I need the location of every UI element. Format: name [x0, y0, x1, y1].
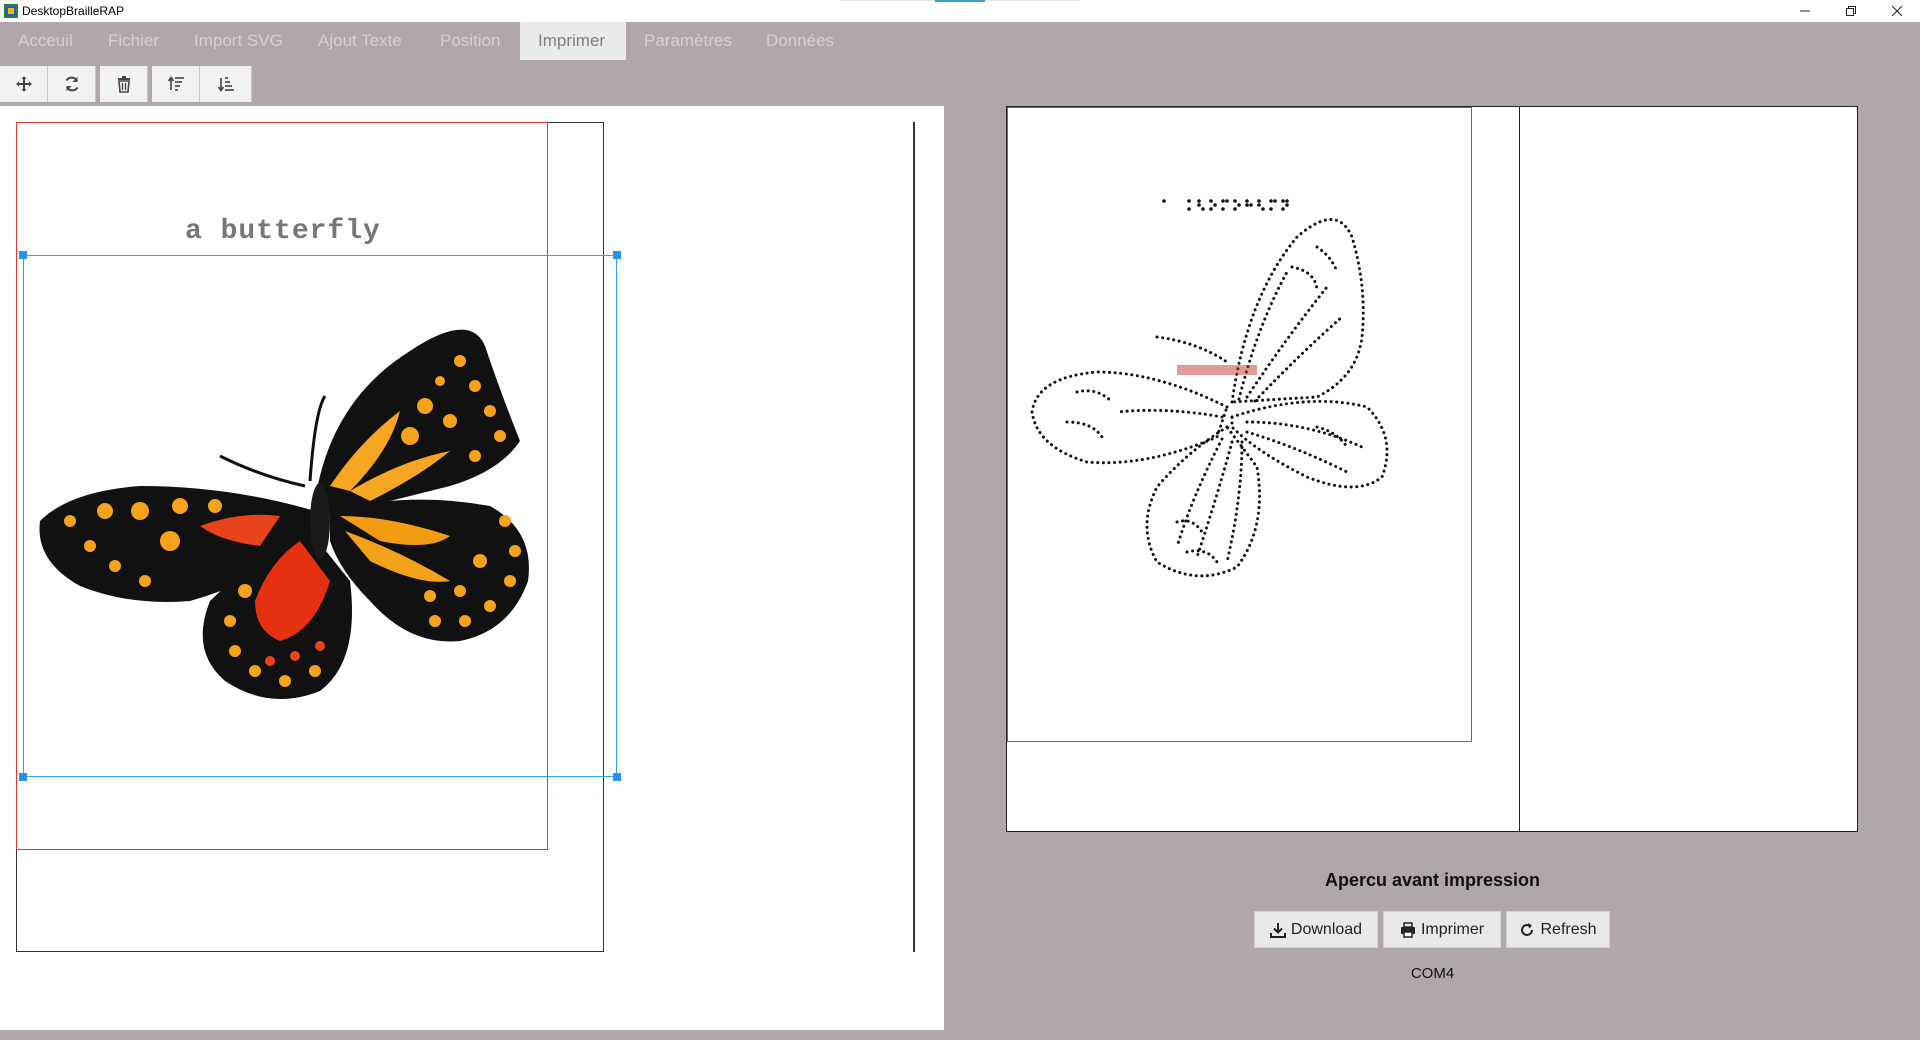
- print-label: Imprimer: [1420, 920, 1485, 938]
- selection-box[interactable]: [23, 255, 617, 777]
- tab-position[interactable]: Position: [422, 22, 518, 60]
- refresh-button[interactable]: Refresh: [1506, 911, 1610, 948]
- refresh-label: Refresh: [1540, 920, 1597, 938]
- close-icon: [1892, 6, 1902, 16]
- resize-handle-bottom-right[interactable]: [613, 773, 621, 781]
- tab-ajout-texte[interactable]: Ajout Texte: [300, 22, 420, 60]
- download-button[interactable]: Download: [1254, 911, 1378, 948]
- tab-parametres[interactable]: Paramètres: [626, 22, 750, 60]
- sort-descending-icon: [217, 77, 234, 92]
- page-boundary-line: [913, 122, 915, 952]
- title-accent: [935, 0, 985, 2]
- text-object[interactable]: a butterfly: [185, 216, 381, 247]
- window-title: DesktopBrailleRAP: [22, 4, 125, 18]
- tab-bar: Acceuil Fichier Import SVG Ajout Texte P…: [0, 22, 1920, 60]
- print-preview: [1006, 106, 1858, 832]
- resize-handle-bottom-left[interactable]: [19, 773, 27, 781]
- editor-canvas[interactable]: a butterfly: [0, 106, 944, 1030]
- move-icon: [15, 76, 32, 92]
- app-icon: [4, 4, 18, 18]
- move-button[interactable]: [0, 66, 48, 102]
- resize-handle-top-right[interactable]: [613, 251, 621, 259]
- preview-title: Apercu avant impression: [1324, 870, 1541, 890]
- braille-dot-preview: [1030, 199, 1389, 578]
- print-button[interactable]: Imprimer: [1383, 911, 1501, 948]
- sort-ascending-icon: [167, 76, 184, 91]
- tab-fichier[interactable]: Fichier: [90, 22, 177, 60]
- maximize-button[interactable]: [1828, 0, 1874, 22]
- title-bar: DesktopBrailleRAP: [0, 0, 1920, 22]
- preview-page-divider: [1519, 107, 1520, 831]
- printer-icon: [1400, 921, 1415, 938]
- minimize-icon: [1800, 10, 1810, 12]
- close-button[interactable]: [1874, 0, 1920, 22]
- refresh-icon: [1521, 922, 1534, 936]
- tab-import-svg[interactable]: Import SVG: [176, 22, 301, 60]
- minimize-button[interactable]: [1782, 0, 1828, 22]
- serial-port-label: COM4: [1410, 965, 1455, 982]
- rotate-icon: [65, 76, 78, 92]
- download-icon: [1269, 922, 1286, 938]
- rotate-button[interactable]: [48, 66, 96, 102]
- tab-acceuil[interactable]: Acceuil: [0, 22, 91, 60]
- resize-handle-top-left[interactable]: [19, 251, 27, 259]
- delete-button[interactable]: [100, 66, 148, 102]
- tab-imprimer[interactable]: Imprimer: [520, 22, 626, 60]
- send-backward-button[interactable]: [200, 66, 252, 102]
- tab-donnees[interactable]: Données: [748, 22, 852, 60]
- trash-icon: [117, 76, 130, 93]
- download-label: Download: [1290, 920, 1363, 938]
- bring-forward-button[interactable]: [152, 66, 200, 102]
- restore-icon: [1846, 6, 1856, 16]
